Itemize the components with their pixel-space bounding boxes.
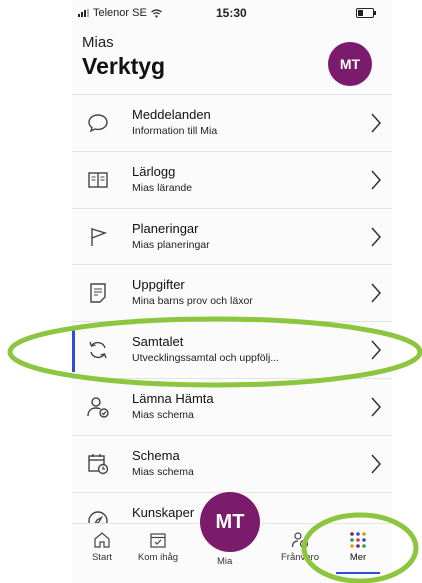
- menu-item-larlogg[interactable]: Lärlogg Mias lärande: [72, 150, 392, 208]
- menu-item-description: Mias lärande: [132, 181, 193, 194]
- carrier-info: Telenor SE: [78, 7, 162, 19]
- person-check-icon: [87, 397, 109, 418]
- menu-item-description: Mias schema: [132, 408, 194, 421]
- menu-item-description: Information till Mia: [132, 125, 218, 137]
- carrier-name: Telenor SE: [93, 7, 147, 19]
- status-time: 15:30: [216, 6, 247, 20]
- flag-icon: [91, 227, 108, 246]
- chevron-right-icon: [371, 340, 382, 360]
- tab-mia-label: Mia: [217, 556, 233, 567]
- tab-label: Frånvaro: [280, 552, 319, 563]
- calendar-clock-icon: [88, 453, 109, 474]
- refresh-icon: [89, 341, 107, 359]
- page-header: Mias Verktyg MT: [72, 28, 392, 94]
- menu-item-label: Samtalet: [132, 334, 184, 350]
- battery-icon: [356, 8, 376, 18]
- chevron-right-icon: [371, 170, 382, 190]
- chevron-right-icon: [371, 227, 382, 247]
- menu-item-description: Mias schema: [132, 465, 194, 478]
- page-subtitle: Mias: [82, 34, 114, 51]
- signal-icon: [78, 9, 89, 17]
- checklist-icon: [90, 283, 106, 304]
- book-icon: [88, 172, 108, 188]
- active-tab-indicator: [336, 572, 380, 574]
- menu-item-label: Uppgifter: [132, 277, 185, 293]
- status-bar: Telenor SE 15:30: [72, 0, 392, 26]
- menu-item-uppgifter[interactable]: Uppgifter Mina barns prov och läxor: [72, 264, 392, 321]
- menu-item-description: Mias planeringar: [132, 238, 210, 251]
- tab-start[interactable]: Start: [72, 524, 132, 580]
- avatar[interactable]: MT: [328, 42, 372, 86]
- chevron-right-icon: [371, 397, 382, 417]
- menu-item-label: Kunskaper: [132, 504, 195, 520]
- page-title: Verktyg: [82, 53, 166, 79]
- chevron-right-icon: [371, 454, 382, 474]
- tab-label: Start: [91, 552, 113, 563]
- tab-franvaro[interactable]: Frånvaro: [270, 524, 330, 580]
- menu-item-label: Meddelanden: [132, 107, 211, 122]
- menu-item-description: Utvecklingssamtal och uppfölj...: [132, 352, 280, 365]
- menu-item-label: Lämna Hämta: [132, 390, 214, 406]
- person-clock-icon: [291, 532, 309, 549]
- tab-label: Mer: [349, 552, 367, 563]
- chevron-right-icon: [371, 113, 382, 133]
- menu-item-meddelanden[interactable]: Meddelanden Information till Mia: [72, 94, 392, 151]
- menu-item-label: Schema: [132, 447, 180, 463]
- menu-item-planeringar[interactable]: Planeringar Mias planeringar: [72, 207, 392, 265]
- home-icon: [94, 532, 110, 548]
- tools-list: Meddelanden Information till Mia Lärlogg…: [72, 94, 392, 548]
- tab-label: Kom ihåg: [137, 552, 179, 563]
- phone-screen: Telenor SE 15:30 Mias Verktyg MT Meddela…: [72, 0, 392, 583]
- wifi-icon: [150, 8, 162, 17]
- tab-mer[interactable]: Mer: [328, 524, 388, 580]
- menu-item-label: Planeringar: [132, 220, 199, 236]
- tab-mia-avatar-button[interactable]: MT: [200, 492, 260, 552]
- menu-item-lamna-hamta[interactable]: Lämna Hämta Mias schema: [72, 377, 392, 435]
- menu-item-schema[interactable]: Schema Mias schema: [72, 434, 392, 492]
- chevron-right-icon: [371, 283, 382, 303]
- menu-item-label: Lärlogg: [132, 163, 176, 179]
- tab-kom-ihag[interactable]: Kom ihåg: [128, 524, 188, 580]
- chat-bubble-icon: [88, 114, 108, 133]
- calendar-check-icon: [150, 533, 166, 548]
- menu-item-description: Mina barns prov och läxor: [132, 295, 253, 308]
- menu-item-samtalet[interactable]: Samtalet Utvecklingssamtal och uppfölj..…: [72, 321, 392, 378]
- apps-grid-icon: [350, 532, 366, 548]
